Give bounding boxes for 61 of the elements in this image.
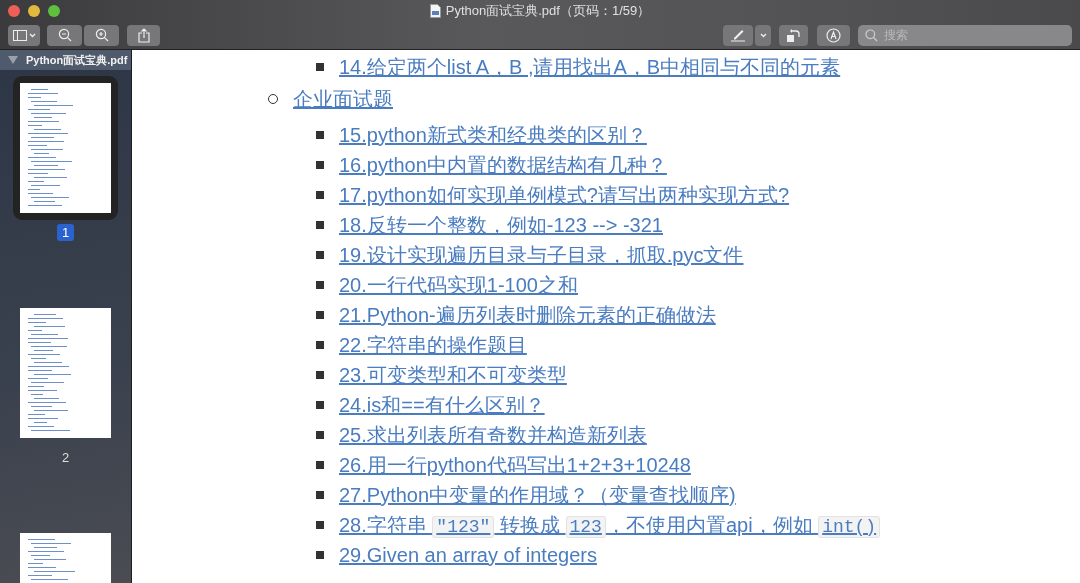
- outline-link[interactable]: 24.is和==有什么区别？: [339, 391, 545, 419]
- page-thumbnail[interactable]: [20, 308, 111, 438]
- bullet-icon: [316, 521, 324, 529]
- outline-link[interactable]: 25.求出列表所有奇数并构造新列表: [339, 421, 647, 449]
- outline-link[interactable]: 18.反转一个整数，例如-123 --> -321: [339, 211, 663, 239]
- rotate-button[interactable]: [779, 24, 808, 46]
- zoom-button[interactable]: [48, 4, 60, 17]
- outline-link[interactable]: 22.字符串的操作题目: [339, 331, 527, 359]
- minimize-button[interactable]: [28, 4, 40, 17]
- zoom-out-icon: [57, 28, 72, 42]
- outline-link[interactable]: 17.python如何实现单例模式?请写出两种实现方式?: [339, 181, 790, 209]
- close-button[interactable]: [8, 4, 20, 17]
- outline-link[interactable]: 27.Python中变量的作用域？（变量查找顺序): [339, 481, 736, 509]
- outline-link[interactable]: 19.设计实现遍历目录与子目录，抓取.pyc文件: [339, 241, 744, 269]
- document-name: Python面试宝典.pdf: [26, 52, 128, 68]
- outline-link[interactable]: 20.一行代码实现1-100之和: [339, 271, 578, 299]
- sidebar-toggle-button[interactable]: [8, 24, 40, 46]
- section-link[interactable]: 企业面试题: [293, 85, 393, 113]
- bullet-icon: [316, 221, 324, 229]
- chevron-down-icon: [759, 32, 767, 38]
- outline-link[interactable]: 26.用一行python代码写出1+2+3+10248: [339, 451, 691, 479]
- chevron-down-icon: [28, 32, 36, 38]
- outline-link[interactable]: 14.给定两个list A，B ,请用找出A，B中相同与不同的元素: [339, 53, 841, 81]
- markup-icon: [826, 27, 841, 43]
- markup-button[interactable]: [817, 24, 850, 46]
- bullet-icon: [316, 401, 324, 409]
- bullet-icon: [316, 191, 324, 199]
- rotate-icon: [786, 27, 801, 43]
- highlight-button[interactable]: [723, 24, 753, 46]
- outline-link[interactable]: 15.python新式类和经典类的区别？: [339, 121, 647, 149]
- bullet-icon: [316, 491, 324, 499]
- share-icon: [137, 27, 150, 43]
- outline-link[interactable]: 16.python中内置的数据结构有几种？: [339, 151, 667, 179]
- outline-link[interactable]: 28.字符串 "123" 转换成 123 ，不使用内置api，例如 int(): [339, 511, 881, 539]
- bullet-icon: [316, 371, 324, 379]
- outline-link[interactable]: 21.Python-遍历列表时删除元素的正确做法: [339, 301, 716, 329]
- disclosure-triangle-icon[interactable]: [8, 56, 18, 64]
- highlight-menu-button[interactable]: [755, 24, 771, 46]
- page-number: 2: [60, 449, 71, 466]
- pen-icon: [730, 28, 746, 42]
- bullet-icon: [316, 551, 324, 559]
- share-button[interactable]: [127, 24, 160, 46]
- bullet-icon: [316, 131, 324, 139]
- zoom-in-button[interactable]: [84, 24, 119, 46]
- zoom-out-button[interactable]: [47, 24, 82, 46]
- bullet-icon: [316, 311, 324, 319]
- bullet-icon: [316, 461, 324, 469]
- outline-link[interactable]: 23.可变类型和不可变类型: [339, 361, 567, 389]
- outline-link[interactable]: 29.Given an array of integers: [339, 543, 597, 567]
- document-icon: [429, 4, 441, 18]
- window-title: Python面试宝典.pdf（页码：1/59）: [445, 2, 651, 20]
- page-number: 1: [56, 224, 75, 241]
- bullet-icon: [316, 161, 324, 169]
- bullet-icon: [316, 63, 324, 71]
- sidebar-icon: [12, 29, 27, 41]
- bullet-icon: [316, 251, 324, 259]
- zoom-in-icon: [94, 28, 109, 42]
- bullet-icon: [316, 341, 324, 349]
- bullet-icon: [316, 281, 324, 289]
- bullet-icon: [316, 431, 324, 439]
- page-thumbnail[interactable]: [20, 83, 111, 213]
